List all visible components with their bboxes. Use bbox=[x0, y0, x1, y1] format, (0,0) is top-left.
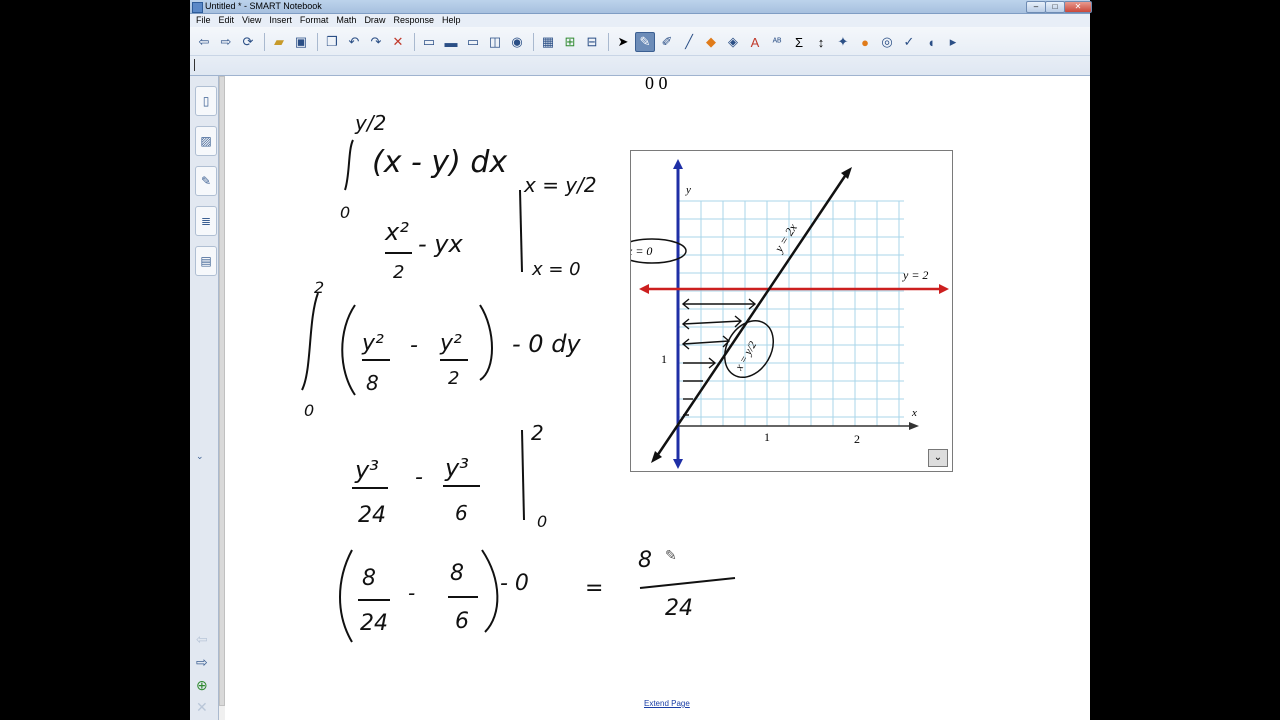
integral2-lower: 0 bbox=[304, 401, 314, 420]
line-y-2x bbox=[653, 172, 849, 460]
final-minus: - bbox=[408, 581, 415, 605]
y-axis-arrow-up bbox=[673, 159, 683, 169]
graph-menu-button[interactable]: ⌄ bbox=[928, 449, 948, 467]
final-a-num: 8 bbox=[362, 566, 376, 591]
x-y-half-label: x = y/2 bbox=[733, 339, 760, 373]
eval2-lower: 0 bbox=[537, 512, 547, 531]
final-a-den: 24 bbox=[360, 611, 388, 636]
integral-sign-1 bbox=[344, 139, 354, 191]
term-a-den: 8 bbox=[366, 371, 379, 395]
integral1-upper: y/2 bbox=[354, 111, 386, 135]
final-b-den: 6 bbox=[455, 609, 469, 634]
anti2-b-num: y³ bbox=[444, 454, 469, 482]
antideriv1-a-den: 2 bbox=[393, 262, 404, 283]
minus-zero-dy: - 0 dy bbox=[512, 330, 581, 358]
x-0-label: x = 0 bbox=[631, 244, 652, 258]
antideriv1-b: - yx bbox=[418, 230, 463, 258]
eval1-lower: x = 0 bbox=[531, 259, 581, 280]
smart-notebook-window: Untitled * - SMART Notebook – □ ✕ File Ed… bbox=[190, 0, 1092, 720]
final-minus-zero: - 0 bbox=[500, 571, 529, 596]
paren-open bbox=[339, 549, 353, 643]
black-arrow-up bbox=[841, 167, 852, 179]
anti2-a-den: 24 bbox=[358, 503, 386, 528]
result-num: 8 bbox=[638, 548, 652, 573]
anti2-a-num: y³ bbox=[354, 456, 379, 484]
y-2-label: y = 2 bbox=[902, 268, 928, 282]
term-a-num: y² bbox=[361, 331, 384, 356]
paren-close bbox=[479, 304, 493, 381]
anti2-b-den: 6 bbox=[455, 501, 468, 525]
red-arrow-left bbox=[639, 284, 649, 294]
final-b-num: 8 bbox=[450, 561, 464, 586]
eval2-upper: 2 bbox=[531, 421, 544, 445]
y-tick-1: 1 bbox=[661, 352, 667, 366]
x-tick-2: 2 bbox=[854, 432, 860, 446]
red-arrow-right bbox=[939, 284, 949, 294]
term-b-den: 2 bbox=[448, 368, 459, 389]
paren-open bbox=[341, 304, 356, 396]
x-axis-label: x bbox=[911, 407, 917, 419]
integral-sign-2 bbox=[301, 292, 319, 391]
integrand1: (x - y) dx bbox=[372, 145, 507, 180]
x-tick-1: 1 bbox=[764, 430, 770, 444]
anti2-minus: - bbox=[415, 465, 423, 490]
eval-bar-2 bbox=[521, 429, 525, 521]
result-den: 24 bbox=[665, 596, 693, 621]
y-axis-label: y bbox=[685, 184, 691, 196]
frac-bar bbox=[639, 577, 736, 589]
term-b-num: y² bbox=[439, 331, 462, 356]
integral2-upper: 2 bbox=[314, 278, 324, 297]
extend-page-link[interactable]: Extend Page bbox=[644, 699, 690, 708]
integral1-lower: 0 bbox=[340, 203, 350, 222]
graph-svg: x 1 2 1 y y = 2 y = 2x x = 0 x = y/2 bbox=[631, 159, 949, 469]
graph-image[interactable]: x 1 2 1 y y = 2 y = 2x x = 0 x = y/2 bbox=[630, 150, 953, 472]
term-minus: - bbox=[410, 333, 418, 358]
antideriv1-a: x² bbox=[384, 218, 409, 246]
paren-close bbox=[481, 549, 499, 633]
pen-cursor-icon: ✎ bbox=[665, 548, 677, 564]
eval-bar-1 bbox=[519, 189, 523, 273]
eval1-upper: x = y/2 bbox=[523, 173, 597, 197]
equals-sign: = bbox=[585, 576, 603, 601]
x-axis-arrow bbox=[909, 422, 919, 430]
y-axis-arrow-down bbox=[673, 459, 683, 469]
